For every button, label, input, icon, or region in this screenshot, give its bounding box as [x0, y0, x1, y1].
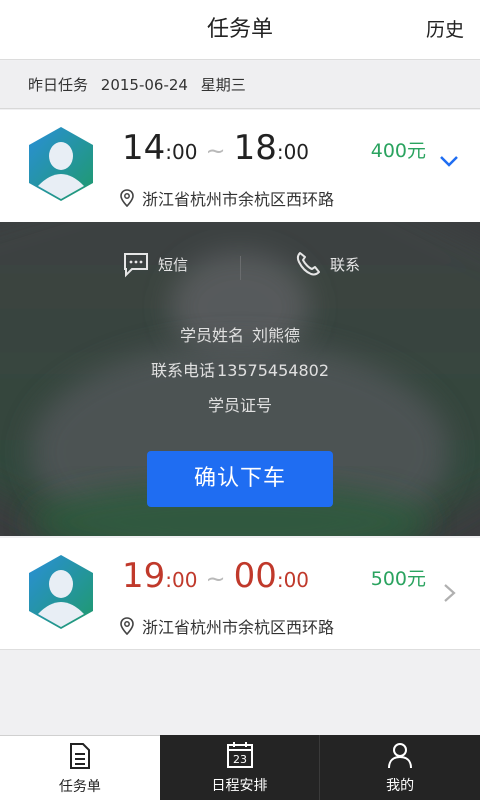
task-location: 浙江省杭州市余杭区西环路 [120, 614, 334, 638]
student-id-row: 学员证号 [0, 392, 480, 416]
calendar-day: 23 [233, 753, 247, 766]
phone-row: 联系电话 13575454802 [0, 357, 480, 381]
sms-label: 短信 [158, 255, 189, 274]
start-minute: :00 [165, 568, 198, 592]
date-bar-weekday: 星期三 [200, 76, 246, 94]
task-time-range: 14 :00 ~ 18 :00 [122, 128, 315, 168]
end-hour: 00 [233, 556, 277, 596]
tab-tasks-label: 任务单 [58, 779, 101, 795]
page-title: 任务单 [206, 17, 273, 42]
time-separator: ~ [205, 565, 226, 593]
task-price: 400元 [370, 140, 426, 162]
phone-value: 13575454802 [217, 361, 329, 380]
avatar-icon [29, 555, 93, 629]
chevron-right-icon[interactable] [442, 582, 458, 604]
call-button[interactable]: 联系 [294, 250, 360, 278]
start-minute: :00 [165, 140, 198, 164]
phone-label: 联系电话 [151, 361, 216, 380]
task-location: 浙江省杭州市余杭区西环路 [120, 186, 334, 210]
tab-profile[interactable]: 我的 [319, 735, 480, 800]
calendar-icon: 23 [226, 742, 253, 768]
history-button[interactable]: 历史 [426, 0, 464, 60]
tab-schedule-label: 日程安排 [211, 778, 268, 794]
avatar-icon [29, 127, 93, 201]
top-header: 任务单 历史 [0, 0, 480, 60]
time-separator: ~ [205, 137, 226, 165]
end-hour: 18 [233, 128, 277, 168]
student-name-label: 学员姓名 [179, 326, 244, 345]
location-pin-icon [120, 617, 134, 635]
chat-bubble-icon [124, 253, 148, 278]
call-label: 联系 [330, 255, 361, 274]
task-card[interactable]: 19 :00 ~ 00 :00 500元 浙江省杭州市余杭区西环路 [0, 538, 480, 650]
person-icon [388, 743, 413, 769]
task-price: 500元 [370, 568, 426, 590]
date-bar-date: 2015-06-24 [100, 76, 188, 94]
confirm-dropoff-button[interactable]: 确认下车 [147, 451, 333, 507]
date-bar-label: 昨日任务 [28, 76, 89, 94]
end-minute: :00 [276, 568, 310, 592]
task-address: 浙江省杭州市余杭区西环路 [142, 190, 335, 209]
end-minute: :00 [276, 140, 310, 164]
document-icon [69, 743, 90, 769]
contact-actions: 短信 联系 [0, 250, 480, 282]
tab-schedule[interactable]: 23 日程安排 [159, 735, 320, 800]
student-name-row: 学员姓名 刘熊德 [0, 322, 480, 346]
student-id-label: 学员证号 [207, 396, 272, 415]
location-pin-icon [120, 189, 134, 207]
chevron-down-icon[interactable] [438, 150, 460, 172]
task-address: 浙江省杭州市余杭区西环路 [142, 618, 335, 637]
sms-button[interactable]: 短信 [122, 250, 188, 278]
task-time-range: 19 :00 ~ 00 :00 [122, 556, 315, 596]
start-hour: 14 [122, 128, 166, 168]
date-bar: 昨日任务 2015-06-24 星期三 [0, 61, 480, 109]
actions-divider [240, 256, 241, 280]
tab-profile-label: 我的 [386, 778, 415, 794]
bottom-nav: 任务单 23 日程安排 我的 [0, 735, 480, 800]
task-detail-panel: 短信 联系 学员姓名 刘熊德 联系电话 13575454802 学员证号 确认下车 [0, 222, 480, 536]
start-hour: 19 [122, 556, 166, 596]
tab-tasks[interactable]: 任务单 [0, 735, 160, 800]
phone-icon [296, 252, 320, 276]
task-card[interactable]: 14 :00 ~ 18 :00 400元 浙江省杭州市余杭区西环路 [0, 110, 480, 222]
student-name-value: 刘熊德 [252, 326, 301, 345]
